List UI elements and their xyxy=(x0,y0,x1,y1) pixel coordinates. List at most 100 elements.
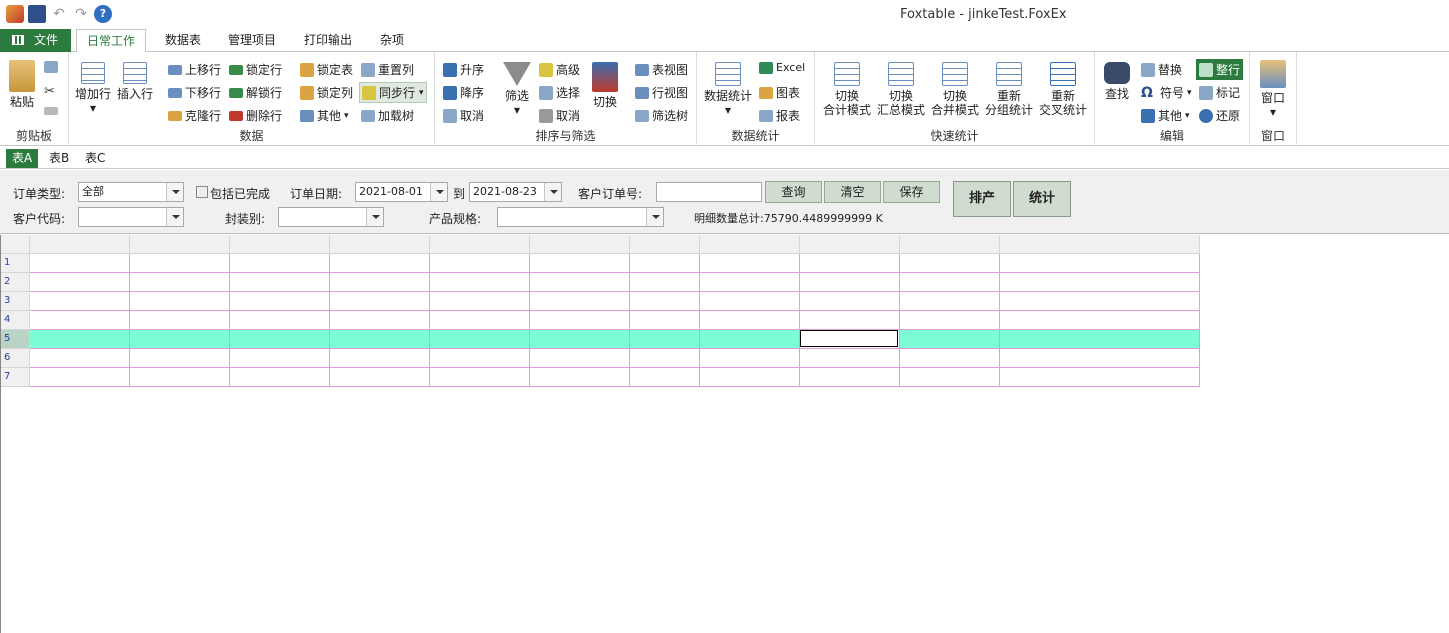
row-header[interactable]: 6 xyxy=(1,348,30,368)
sheet-tab-a[interactable]: 表A xyxy=(6,149,39,168)
grid-cell[interactable] xyxy=(899,329,1000,349)
column-header[interactable] xyxy=(129,235,230,254)
toggle-summary-mode-button[interactable]: 切换 汇总模式 xyxy=(875,62,927,117)
grid-cell[interactable] xyxy=(329,367,430,387)
grid-cell[interactable] xyxy=(329,272,430,292)
grid-cell[interactable] xyxy=(229,310,330,330)
grid-cell[interactable] xyxy=(899,291,1000,311)
grid-cell[interactable] xyxy=(799,310,900,330)
regroup-stats-button[interactable]: 重新 分组统计 xyxy=(983,62,1035,117)
sort-asc-button[interactable]: 升序 xyxy=(443,61,484,78)
sync-row-button[interactable]: 同步行 ▾ xyxy=(359,82,427,103)
reset-col-button[interactable]: 重置列 xyxy=(361,61,414,78)
column-header[interactable] xyxy=(529,235,630,254)
grid-cell[interactable] xyxy=(899,310,1000,330)
tab-manage-project[interactable]: 管理项目 xyxy=(218,29,286,52)
grid-cell[interactable] xyxy=(629,367,700,387)
data-stats-button[interactable]: 数据统计 ▾ xyxy=(703,62,753,117)
stats-button[interactable]: 统计 xyxy=(1013,181,1071,217)
column-header[interactable] xyxy=(329,235,430,254)
grid-cell[interactable] xyxy=(899,348,1000,368)
symbol-button[interactable]: Ω 符号 ▾ xyxy=(1141,84,1192,101)
table-view-button[interactable]: 表视图 xyxy=(635,61,688,78)
excel-button[interactable]: Excel xyxy=(759,61,805,74)
grid-cell[interactable] xyxy=(129,253,230,273)
other-data-button[interactable]: 其他 ▾ xyxy=(300,107,349,124)
grid-cell[interactable] xyxy=(29,329,130,349)
sheet-tab-b[interactable]: 表B xyxy=(43,149,75,168)
column-header[interactable] xyxy=(899,235,1000,254)
grid-cell[interactable] xyxy=(899,367,1000,387)
grid-cell[interactable] xyxy=(699,272,800,292)
restore-button[interactable]: 还原 xyxy=(1199,107,1240,124)
save-button[interactable]: 保存 xyxy=(883,181,940,203)
move-down-button[interactable]: 下移行 xyxy=(168,84,221,101)
toggle-merge-mode-button[interactable]: 切换 合并模式 xyxy=(929,62,981,117)
filter-tree-button[interactable]: 筛选树 xyxy=(635,107,688,124)
column-header[interactable] xyxy=(999,235,1200,254)
table-row[interactable]: 2 xyxy=(1,272,1200,292)
grid-cell[interactable] xyxy=(229,367,330,387)
grid-cell[interactable] xyxy=(229,348,330,368)
redo-icon[interactable]: ↷ xyxy=(72,5,90,23)
format-painter-button[interactable] xyxy=(44,107,61,115)
advanced-filter-button[interactable]: 高级 xyxy=(539,61,580,78)
grid-cell[interactable] xyxy=(629,291,700,311)
grid-cell[interactable] xyxy=(629,329,700,349)
delete-row-button[interactable]: 删除行 xyxy=(229,107,282,124)
grid-cell[interactable] xyxy=(229,253,330,273)
column-header[interactable] xyxy=(699,235,800,254)
grid-cell[interactable] xyxy=(999,310,1200,330)
grid-cell[interactable] xyxy=(429,253,530,273)
help-icon[interactable]: ? xyxy=(94,5,112,23)
grid-cell[interactable] xyxy=(699,310,800,330)
cust-code-select[interactable] xyxy=(78,207,184,227)
date-from-picker[interactable]: 2021-08-01 xyxy=(355,182,448,202)
whole-row-button[interactable]: 整行 xyxy=(1196,59,1244,80)
grid-cell[interactable] xyxy=(999,348,1200,368)
grid-cell[interactable] xyxy=(29,253,130,273)
chart-button[interactable]: 图表 xyxy=(759,84,800,101)
grid-cell[interactable] xyxy=(329,310,430,330)
grid-cell[interactable] xyxy=(799,291,900,311)
column-header[interactable] xyxy=(429,235,530,254)
mark-button[interactable]: 标记 xyxy=(1199,84,1240,101)
paste-button[interactable]: 粘贴 xyxy=(6,60,38,109)
grid-cell[interactable] xyxy=(629,310,700,330)
lock-row-button[interactable]: 锁定行 xyxy=(229,61,282,78)
grid-cell[interactable] xyxy=(129,272,230,292)
row-header[interactable]: 1 xyxy=(1,253,30,273)
grid-cell[interactable] xyxy=(699,253,800,273)
grid-cell[interactable] xyxy=(429,329,530,349)
column-header[interactable] xyxy=(29,235,130,254)
grid-cell[interactable] xyxy=(529,310,630,330)
grid-cell[interactable] xyxy=(529,253,630,273)
sheet-tab-c[interactable]: 表C xyxy=(79,149,111,168)
grid-cell[interactable] xyxy=(529,291,630,311)
grid-cell[interactable] xyxy=(799,367,900,387)
find-button[interactable]: 查找 xyxy=(1101,62,1133,101)
load-tree-button[interactable]: 加载树 xyxy=(361,107,414,124)
grid-cell[interactable] xyxy=(429,348,530,368)
grid-cell[interactable] xyxy=(629,348,700,368)
clear-button[interactable]: 清空 xyxy=(824,181,881,203)
save-icon[interactable] xyxy=(28,5,46,23)
grid-cell[interactable] xyxy=(999,272,1200,292)
row-header[interactable]: 2 xyxy=(1,272,30,292)
table-row[interactable]: 6 xyxy=(1,348,1200,368)
row-header[interactable]: 3 xyxy=(1,291,30,311)
table-row[interactable]: 3 xyxy=(1,291,1200,311)
lock-table-button[interactable]: 锁定表 xyxy=(300,61,353,78)
grid-cell[interactable] xyxy=(629,272,700,292)
toggle-filter-button[interactable]: 切换 xyxy=(589,62,621,109)
grid-cell[interactable] xyxy=(329,348,430,368)
grid-cell[interactable] xyxy=(999,253,1200,273)
grid-cell[interactable] xyxy=(329,329,430,349)
tab-print-output[interactable]: 打印输出 xyxy=(294,29,362,52)
grid-cell[interactable] xyxy=(229,329,330,349)
grid-cell[interactable] xyxy=(999,291,1200,311)
table-row[interactable]: 5 xyxy=(1,329,1200,349)
cancel-filter-button[interactable]: 取消 xyxy=(539,107,580,124)
window-button[interactable]: 窗口 ▾ xyxy=(1256,60,1290,119)
sort-desc-button[interactable]: 降序 xyxy=(443,84,484,101)
